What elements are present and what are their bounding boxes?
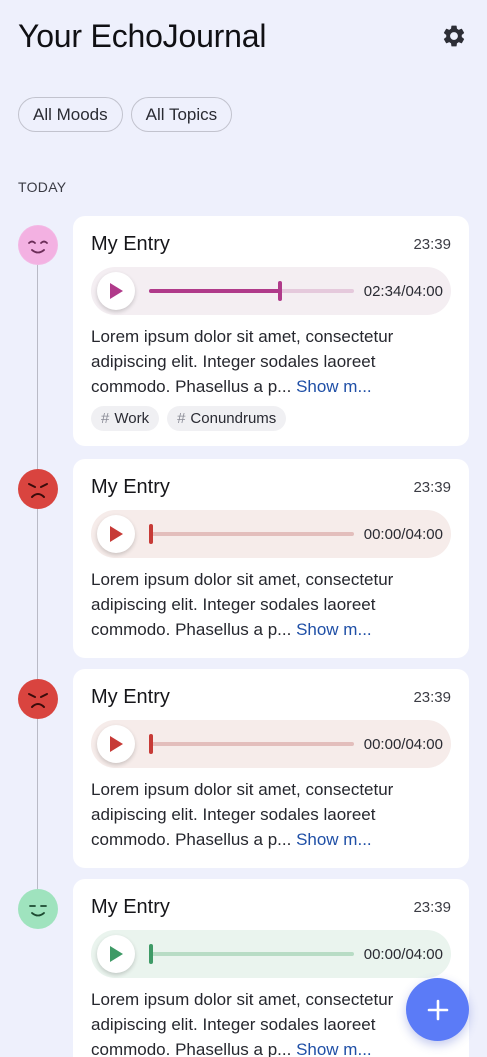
plus-icon [427, 999, 448, 1020]
settings-button[interactable] [438, 20, 470, 52]
audio-player: 00:00/04:00 [91, 510, 451, 558]
play-icon [110, 283, 123, 299]
play-button[interactable] [97, 725, 135, 763]
audio-duration: 00:00/04:00 [363, 735, 443, 753]
entry-time: 23:39 [413, 478, 451, 496]
audio-player: 02:34/04:00 [91, 267, 451, 315]
play-button[interactable] [97, 515, 135, 553]
mood-icon-3 [18, 679, 58, 719]
entry-text: Lorem ipsum dolor sit amet, consectetur … [91, 567, 451, 642]
audio-duration: 00:00/04:00 [363, 525, 443, 543]
entry-text: Lorem ipsum dolor sit amet, consectetur … [91, 987, 451, 1057]
play-icon [110, 946, 123, 962]
section-label-today: TODAY [18, 179, 67, 195]
play-button[interactable] [97, 272, 135, 310]
play-icon [110, 526, 123, 542]
audio-player: 00:00/04:00 [91, 720, 451, 768]
filter-bar: All Moods All Topics [18, 97, 233, 132]
tag-chip[interactable]: # Conundrums [167, 406, 287, 431]
entry-title: My Entry [91, 685, 170, 708]
tag-label: Work [114, 410, 150, 427]
entry-title: My Entry [91, 895, 170, 918]
audio-progress-fill [149, 289, 281, 293]
entry-card[interactable]: My Entry 23:39 02:34/04:00 Lorem ipsum d… [73, 216, 469, 446]
play-icon [110, 736, 123, 752]
audio-progress-track[interactable] [149, 944, 354, 964]
timeline-line [37, 262, 38, 892]
entry-time: 23:39 [413, 688, 451, 706]
audio-scrubber-handle[interactable] [149, 524, 153, 544]
entry-text: Lorem ipsum dolor sit amet, consectetur … [91, 777, 451, 852]
show-more-link[interactable]: Show m... [296, 377, 372, 396]
entry-title: My Entry [91, 232, 170, 255]
audio-player: 00:00/04:00 [91, 930, 451, 978]
angry-face-icon [19, 680, 57, 718]
tag-chip[interactable]: # Work [91, 406, 160, 431]
peaceful-face-icon [19, 226, 57, 264]
smiling-face-icon [19, 890, 57, 928]
entry-time: 23:39 [413, 235, 451, 253]
mood-icon-1 [18, 225, 58, 265]
show-more-link[interactable]: Show m... [296, 1040, 372, 1057]
audio-duration: 02:34/04:00 [363, 282, 443, 300]
audio-scrubber-handle[interactable] [149, 734, 153, 754]
angry-face-icon [19, 470, 57, 508]
audio-progress-track[interactable] [149, 734, 354, 754]
audio-progress-track[interactable] [149, 281, 354, 301]
filter-topics-chip[interactable]: All Topics [130, 97, 233, 132]
entry-text: Lorem ipsum dolor sit amet, consectetur … [91, 324, 451, 399]
audio-scrubber-handle[interactable] [149, 944, 153, 964]
audio-progress-track[interactable] [149, 524, 354, 544]
mood-icon-4 [18, 889, 58, 929]
gear-icon [443, 25, 465, 47]
mood-icon-2 [18, 469, 58, 509]
page-title: Your EchoJournal [18, 18, 267, 54]
show-more-link[interactable]: Show m... [296, 830, 372, 849]
tag-list: # Work # Conundrums [91, 406, 451, 446]
audio-scrubber-handle[interactable] [278, 281, 283, 301]
show-more-link[interactable]: Show m... [296, 620, 372, 639]
entry-card[interactable]: My Entry 23:39 00:00/04:00 Lorem ipsum d… [73, 459, 469, 658]
entry-title: My Entry [91, 475, 170, 498]
journal-screen: Your EchoJournal All Moods All Topics TO… [0, 0, 487, 1057]
entry-time: 23:39 [413, 898, 451, 916]
filter-moods-chip[interactable]: All Moods [18, 97, 123, 132]
audio-duration: 00:00/04:00 [363, 945, 443, 963]
tag-label: Conundrums [190, 410, 277, 427]
entry-card[interactable]: My Entry 23:39 00:00/04:00 Lorem ipsum d… [73, 669, 469, 868]
add-entry-button[interactable] [406, 978, 469, 1041]
entry-card[interactable]: My Entry 23:39 00:00/04:00 Lorem ipsum d… [73, 879, 469, 1057]
play-button[interactable] [97, 935, 135, 973]
